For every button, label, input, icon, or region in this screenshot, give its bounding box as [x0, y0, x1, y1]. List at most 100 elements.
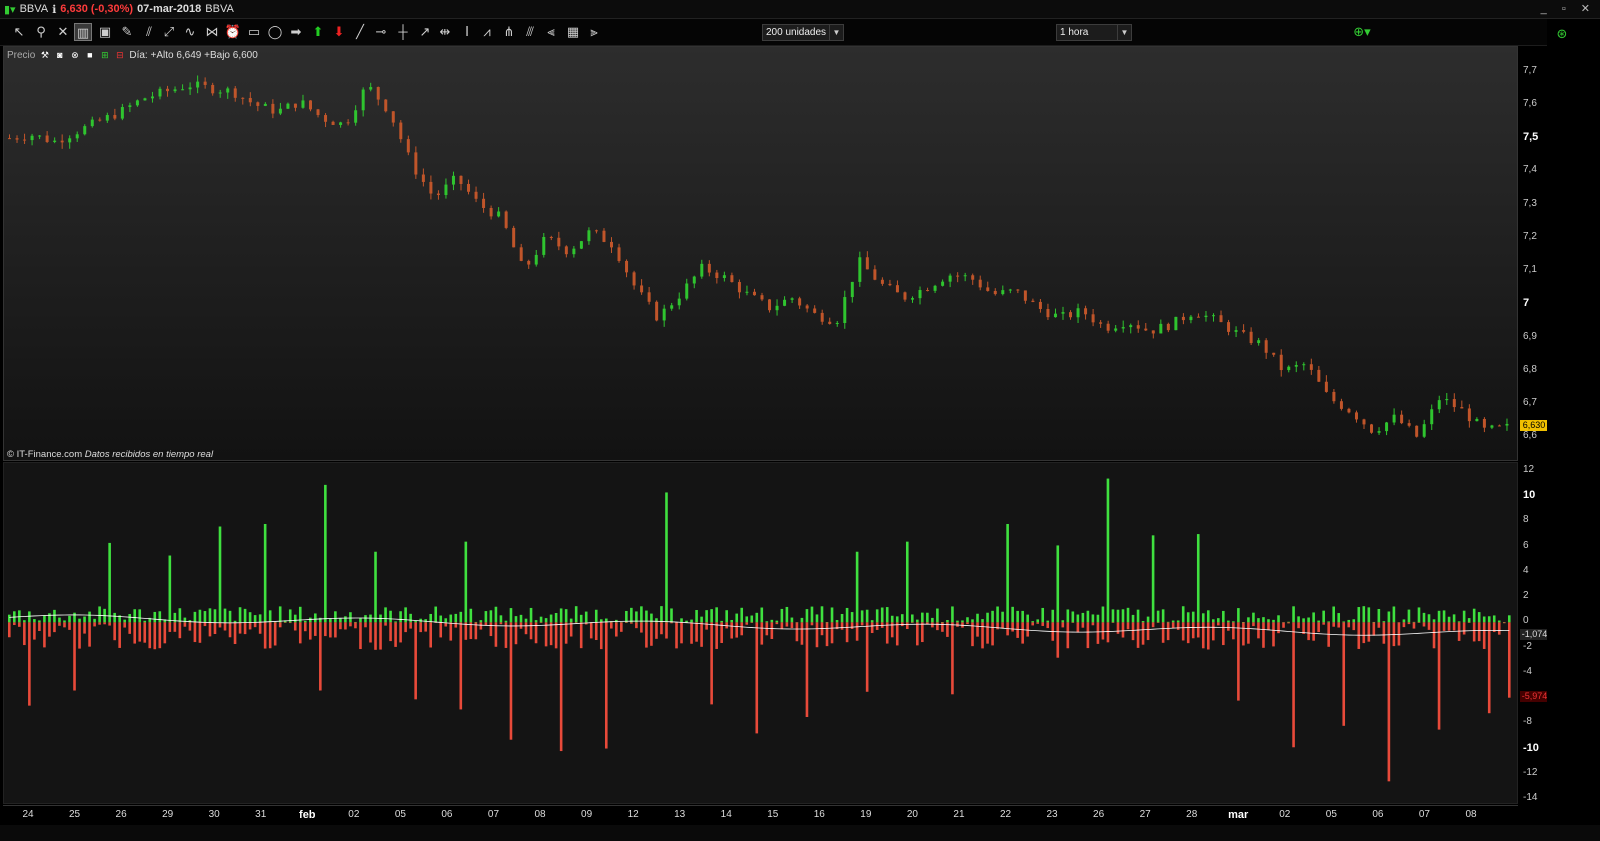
zigzag-icon[interactable]: ⩘	[478, 23, 496, 41]
square-icon[interactable]: ■	[84, 50, 95, 61]
volume-bar-down	[243, 622, 247, 635]
volume-bar-down	[163, 622, 167, 644]
volume-bar-up	[1292, 606, 1295, 623]
volume-bar-up	[890, 615, 894, 623]
ellipse-icon[interactable]: ◯	[266, 23, 284, 41]
close-icon[interactable]: ⊗	[69, 50, 80, 61]
window-menu-icon[interactable]: ▮▾	[4, 3, 16, 16]
rectangle-icon[interactable]: ▭	[245, 23, 263, 41]
gann-icon[interactable]: ⫷	[542, 23, 560, 41]
candle	[1354, 412, 1358, 420]
volume-axis-tick: 12	[1523, 464, 1535, 475]
arrow-up-icon[interactable]: ⬆	[309, 23, 327, 41]
candle	[888, 283, 892, 286]
alarm-icon[interactable]: ⏰	[224, 23, 242, 41]
measure-icon[interactable]: Ⅰ	[458, 23, 476, 41]
volume-bar-down	[705, 622, 708, 630]
volume-bar-up	[685, 620, 688, 623]
window-controls[interactable]: _ ▫ ✕	[1541, 2, 1596, 15]
candle	[256, 102, 260, 106]
sidebar-toggle-icon[interactable]: ⊛	[1553, 25, 1571, 43]
volume-bar-down	[93, 622, 96, 627]
volume-bar-up	[1362, 606, 1366, 623]
fibonacci-icon[interactable]: ⋈	[203, 23, 221, 41]
text-icon[interactable]: ▣	[96, 23, 114, 41]
candle	[572, 248, 576, 255]
tools-icon[interactable]: ✕	[54, 23, 72, 41]
volume-bar-down	[604, 622, 608, 749]
trash-icon[interactable]: ▥	[74, 23, 92, 41]
volume-bar-up	[625, 610, 628, 623]
candle	[828, 321, 832, 324]
volume-bar-down	[1076, 622, 1080, 633]
price-chart-panel[interactable]: Precio ⚒ ◙ ⊗ ■ ⊞ ⊟ Día: +Alto 6,649 +Baj…	[3, 46, 1518, 461]
visible-icon[interactable]: ◙	[54, 50, 65, 61]
wave-icon[interactable]: ∿	[181, 23, 199, 41]
volume-bar-up	[243, 608, 247, 623]
volume-bar-up	[885, 607, 889, 623]
arrow-right-icon[interactable]: ➡	[287, 23, 305, 41]
trendline-icon[interactable]: ⤢	[160, 23, 178, 41]
info-icon[interactable]: ℹ	[52, 3, 56, 16]
parallel-lines-icon[interactable]: ⫽	[140, 23, 158, 41]
line-icon[interactable]: ╱	[351, 23, 369, 41]
ray-icon[interactable]: ↗	[416, 23, 434, 41]
volume-bar-up	[8, 614, 11, 623]
time-axis-label: 26	[1093, 809, 1105, 820]
candle	[677, 298, 681, 306]
volume-bar-down	[309, 622, 312, 640]
candle	[1174, 316, 1178, 331]
price-axis-tick: 6,8	[1523, 363, 1537, 375]
volume-bar-down	[840, 622, 844, 630]
add-icon[interactable]: ⊞	[99, 50, 110, 61]
volume-bar-up	[1141, 621, 1145, 623]
right-sidebar: ⊛	[1547, 19, 1600, 841]
volume-bar-down	[1362, 622, 1366, 644]
horizontal-line-icon[interactable]: ⊸	[372, 23, 390, 41]
volume-bar-up	[715, 607, 718, 623]
vertical-line-icon[interactable]: ┼	[394, 23, 412, 41]
grid-icon[interactable]: ▦	[564, 23, 582, 41]
ruler-icon[interactable]: ⇹	[436, 23, 454, 41]
volume-bar-up	[223, 608, 227, 623]
volume-bar-up	[1046, 620, 1050, 623]
time-axis-label: 09	[581, 809, 593, 820]
volume-bar-down	[574, 622, 578, 623]
volume-bar-down	[213, 622, 217, 635]
volume-bar-down	[509, 622, 513, 740]
volume-bar-up	[514, 616, 518, 623]
channel-icon[interactable]: ⫻	[521, 23, 539, 41]
volume-bar-up	[1452, 614, 1456, 623]
candle	[23, 139, 27, 141]
volume-bar-up	[1166, 621, 1170, 623]
candle	[1136, 325, 1140, 329]
volume-bar-down	[1232, 622, 1235, 640]
toolbar: ↖ ⚲ ✕ ▥ ▣ ✎ ⫽ ⤢ ∿ ⋈ ⏰ ▭ ◯ ➡ ⬆ ⬇ ╱ ⊸ ┼ ↗ …	[0, 19, 1600, 46]
volume-bar-up	[1327, 621, 1330, 623]
volume-bar-down	[83, 622, 86, 634]
compare-icon[interactable]: ⊕▾	[1346, 23, 1378, 41]
volume-bar-up	[1006, 523, 1009, 623]
volume-bar-down	[710, 622, 713, 705]
candle	[1227, 322, 1231, 332]
volume-chart-panel[interactable]	[3, 462, 1518, 804]
candle	[858, 257, 862, 282]
zoom-icon[interactable]: ⚲	[32, 23, 50, 41]
interval-select[interactable]: 1 hora ▼	[1056, 24, 1132, 41]
exit-icon[interactable]: ⊟	[114, 50, 125, 61]
time-axis-label: 27	[1139, 809, 1151, 820]
units-select[interactable]: 200 unidades ▼	[762, 24, 844, 41]
wrench-icon[interactable]: ⚒	[39, 50, 50, 61]
last-price-badge: 6,630	[1520, 420, 1548, 432]
pointer-icon[interactable]: ↖	[10, 23, 28, 41]
volume-bar-down	[53, 622, 56, 633]
volume-bar-up	[158, 611, 162, 623]
arrow-down-icon[interactable]: ⬇	[330, 23, 348, 41]
candle	[233, 88, 237, 98]
pencil-icon[interactable]: ✎	[118, 23, 136, 41]
volume-bar-down	[283, 622, 287, 623]
price-axis-tick: 6,7	[1523, 397, 1537, 409]
pitchfork-icon[interactable]: ⋔	[500, 23, 518, 41]
volume-bar-up	[534, 620, 538, 623]
fan-icon[interactable]: ⫸	[585, 23, 603, 41]
